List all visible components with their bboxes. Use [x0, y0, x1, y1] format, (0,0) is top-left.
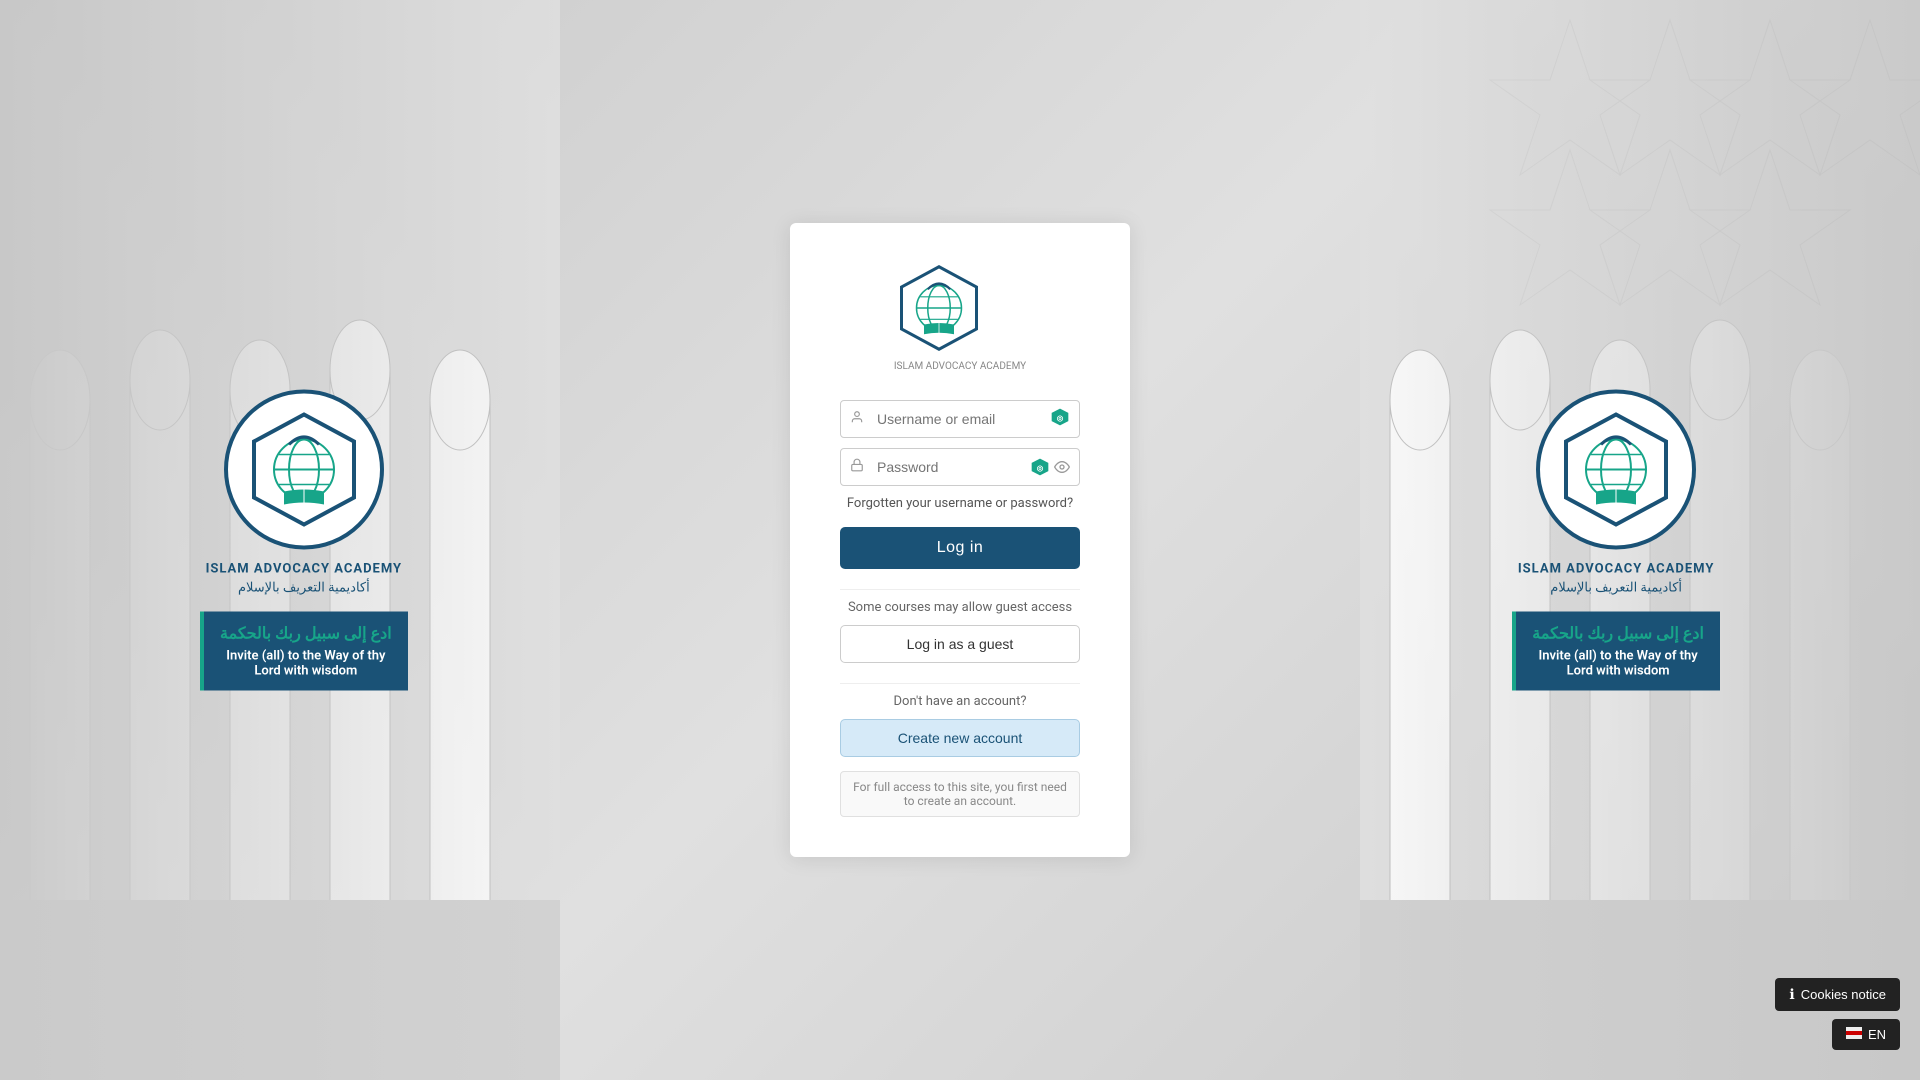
no-account-text: Don't have an account?: [840, 694, 1080, 709]
full-access-note: For full access to this site, you first …: [840, 771, 1080, 817]
brand-card-right: ISLAM ADVOCACY ACADEMY أكاديمية التعريف …: [1512, 390, 1720, 691]
brand-name-left: ISLAM ADVOCACY ACADEMY: [206, 562, 403, 577]
svg-text:◎: ◎: [1057, 413, 1064, 422]
svg-text:◎: ◎: [1037, 463, 1044, 472]
lock-icon: [850, 458, 864, 476]
login-card: ISLAM ADVOCACY ACADEMY ◎: [790, 223, 1130, 857]
brand-quote-arabic-left: ادع إلى سبيل ربك بالحكمة: [220, 624, 392, 643]
divider-2: [840, 683, 1080, 684]
guest-info-text: Some courses may allow guest access: [840, 600, 1080, 615]
info-icon: ℹ: [1789, 986, 1794, 1003]
login-form: ◎ ◎: [840, 400, 1080, 817]
brand-card-left: ISLAM ADVOCACY ACADEMY أكاديمية التعريف …: [200, 390, 408, 691]
brand-quote-english-right: Invite (all) to the Way of thy Lord with…: [1532, 649, 1704, 679]
password-field-wrapper: ◎: [840, 448, 1080, 486]
logo-circle-right: [1536, 390, 1696, 550]
flag-icon: [1846, 1027, 1862, 1042]
logo-circle-left: [224, 390, 384, 550]
username-input[interactable]: [840, 400, 1080, 438]
username-field-wrapper: ◎: [840, 400, 1080, 438]
brand-name-right: ISLAM ADVOCACY ACADEMY: [1518, 562, 1715, 577]
brand-quote-arabic-right: ادع إلى سبيل ربك بالحكمة: [1532, 624, 1704, 643]
guest-login-button[interactable]: Log in as a guest: [840, 625, 1080, 663]
brand-arabic-left: أكاديمية التعريف بالإسلام: [238, 581, 370, 596]
geometric-pattern: [1420, 0, 1920, 400]
bottom-right-controls: ℹ Cookies notice EN: [1775, 978, 1900, 1050]
brand-quote-box-right: ادع إلى سبيل ربك بالحكمة Invite (all) to…: [1512, 612, 1720, 691]
divider-1: [840, 589, 1080, 590]
brand-quote-english-left: Invite (all) to the Way of thy Lord with…: [220, 649, 392, 679]
login-button[interactable]: Log in: [840, 527, 1080, 569]
cookies-notice-button[interactable]: ℹ Cookies notice: [1775, 978, 1900, 1011]
language-button[interactable]: EN: [1832, 1019, 1900, 1050]
brand-quote-box-left: ادع إلى سبيل ربك بالحكمة Invite (all) to…: [200, 612, 408, 691]
create-account-button[interactable]: Create new account: [840, 719, 1080, 757]
password-icons: ◎: [1030, 457, 1070, 477]
shield-icon-username: ◎: [1050, 407, 1070, 431]
brand-arabic-right: أكاديمية التعريف بالإسلام: [1550, 581, 1682, 596]
login-logo: ISLAM ADVOCACY ACADEMY: [894, 263, 1026, 372]
forgot-password-link[interactable]: Forgotten your username or password?: [840, 496, 1080, 511]
eye-icon[interactable]: [1054, 459, 1070, 475]
user-icon: [850, 410, 864, 428]
